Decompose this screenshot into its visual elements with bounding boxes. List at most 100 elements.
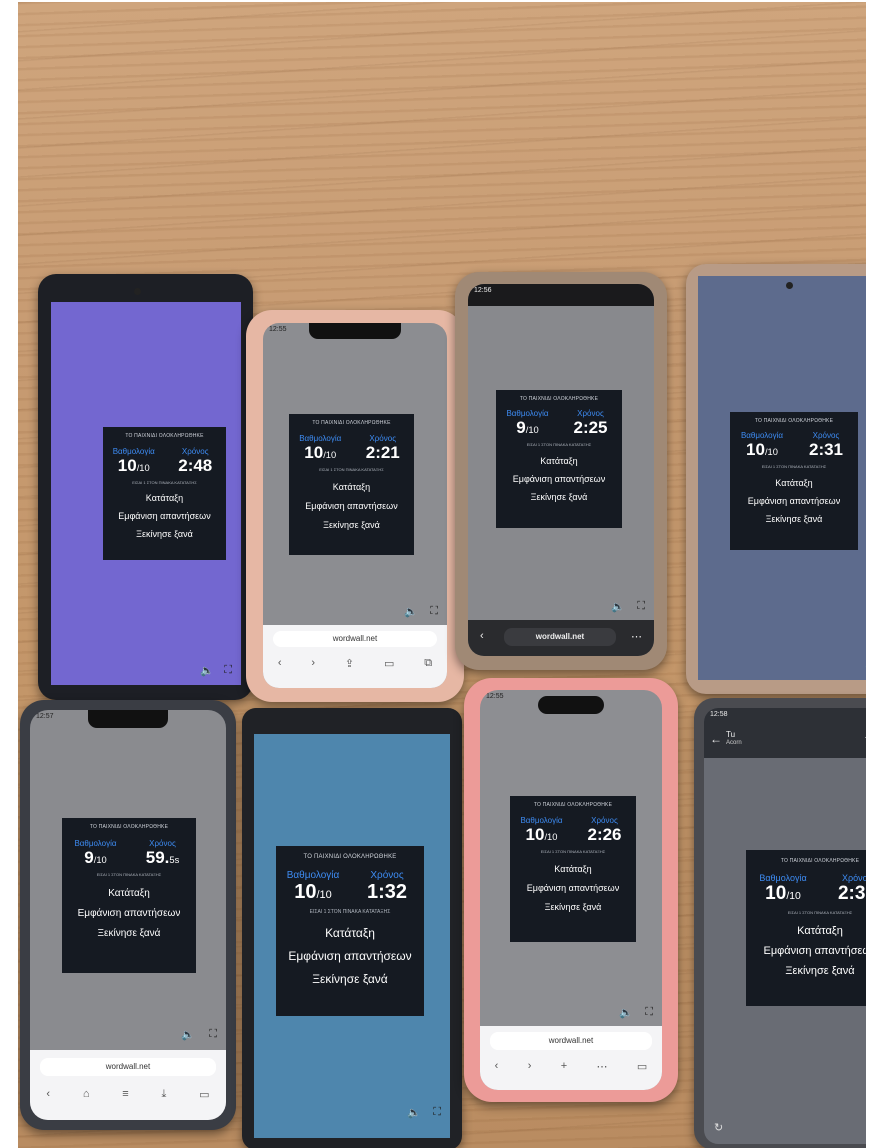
show-answers-link[interactable]: Εμφάνιση απαντήσεων	[103, 511, 226, 521]
restart-link[interactable]: Ξεκίνησε ξανά	[510, 902, 636, 912]
back-arrow-icon[interactable]: ←	[710, 732, 722, 746]
leaderboard-link[interactable]: Κατάταξη	[289, 482, 414, 492]
url-text: wordwall.net	[548, 1036, 594, 1045]
time-label: Χρόνος	[812, 431, 840, 440]
back-icon[interactable]: ‹	[495, 1060, 499, 1073]
browser-nav: ‹ › ⇪ ▭ ⧉	[263, 657, 447, 670]
status-time: 12:55	[269, 326, 287, 333]
phone-6: ΤΟ ΠΑΙΧΝΙΔΙ ΟΛΟΚΛΗΡΩΘΗΚΕ Βαθμολογία Χρόν…	[242, 708, 462, 1148]
status-time: 12:55	[486, 693, 504, 700]
back-icon[interactable]: ‹	[480, 630, 484, 642]
forward-icon[interactable]: ›	[528, 1060, 532, 1073]
restart-link[interactable]: Ξεκίνησε ξανά	[730, 514, 858, 524]
restart-link[interactable]: Ξεκίνησε ξανά	[289, 520, 414, 530]
show-answers-link[interactable]: Εμφάνιση απαντήσεων	[62, 908, 196, 919]
score-label: Βαθμολογία	[299, 434, 342, 443]
phone-3-screen: 12:56 ΤΟ ΠΑΙΧΝΙΔΙ ΟΛΟΚΛΗΡΩΘΗΚΕ Βαθμολογί…	[468, 284, 654, 656]
speaker-icon[interactable]: 🔈	[404, 605, 421, 618]
fullscreen-icon[interactable]: ⛶	[433, 1106, 444, 1119]
leaderboard-link[interactable]: Κατάταξη	[730, 478, 858, 488]
time-label: Χρόνος	[370, 870, 404, 881]
more-icon[interactable]: ⋯	[631, 630, 642, 643]
fullscreen-icon[interactable]: ⛶	[645, 1006, 656, 1019]
speaker-icon[interactable]: 🔈	[407, 1106, 424, 1119]
leaderboard-link[interactable]: Κατάταξη	[62, 888, 196, 899]
phone-8-screen: 12:58 ← Tu Acorn ☆ ΤΟ ΠΑΙΧΝΙΔΙ ΟΛΟΚΛΗΡΩΘ…	[704, 708, 866, 1144]
browser-toolbar: wordwall.net ‹ › ⇪ ▭ ⧉	[263, 625, 447, 688]
time-value: 2:31	[808, 440, 844, 459]
show-answers-link[interactable]: Εμφάνιση απαντήσεων	[746, 945, 867, 957]
restart-link[interactable]: Ξεκίνησε ξανά	[276, 972, 424, 986]
show-answers-link[interactable]: Εμφάνιση απαντήσεων	[730, 496, 858, 506]
forward-icon[interactable]: ›	[311, 657, 315, 670]
more-icon[interactable]: ⋯	[597, 1060, 608, 1073]
phone-1-screen: ΤΟ ΠΑΙΧΝΙΔΙ ΟΛΟΚΛΗΡΩΘΗΚΕ Βαθμολογία Χρόν…	[51, 302, 241, 685]
show-answers-link[interactable]: Εμφάνιση απαντήσεων	[289, 501, 414, 511]
panel-title: ΤΟ ΠΑΙΧΝΙΔΙ ΟΛΟΚΛΗΡΩΘΗΚΕ	[754, 418, 834, 424]
speaker-icon[interactable]: 🔈	[181, 1028, 198, 1041]
speaker-icon[interactable]: 🔈	[200, 664, 217, 677]
score-label: Βαθμολογία	[759, 873, 807, 883]
address-bar[interactable]: wordwall.net	[40, 1058, 216, 1076]
show-answers-link[interactable]: Εμφάνιση απαντήσεων	[510, 883, 636, 893]
score-value: 10	[525, 825, 545, 844]
tab-subtitle: Acorn	[726, 740, 742, 746]
time-value: 2:48	[178, 456, 213, 475]
game-over-panel: ΤΟ ΠΑΙΧΝΙΔΙ ΟΛΟΚΛΗΡΩΘΗΚΕ Βαθμολογία Χρόν…	[276, 846, 424, 1016]
url-text: wordwall.net	[535, 632, 585, 641]
back-icon[interactable]: ‹	[46, 1088, 50, 1101]
url-text: wordwall.net	[105, 1062, 151, 1071]
download-icon[interactable]: ⤓	[161, 1088, 166, 1101]
restart-link[interactable]: Ξεκίνησε ξανά	[496, 492, 622, 502]
status-bar: 12:55	[269, 326, 299, 333]
score-value: 10	[746, 440, 765, 459]
leaderboard-link[interactable]: Κατάταξη	[746, 925, 866, 937]
phone-5: 12:57 ΤΟ ΠΑΙΧΝΙΔΙ ΟΛΟΚΛΗΡΩΘΗΚΕ Βαθμολογί…	[20, 700, 236, 1130]
refresh-icon[interactable]: ↻	[714, 1121, 723, 1134]
new-tab-icon[interactable]: +	[561, 1060, 567, 1073]
dynamic-island	[538, 696, 604, 714]
tabs-icon[interactable]: ▭	[637, 1060, 647, 1073]
fullscreen-icon[interactable]: ⛶	[637, 600, 648, 613]
tabs-icon[interactable]: ⧉	[424, 657, 432, 670]
menu-icon[interactable]: ≡	[122, 1088, 128, 1101]
leaderboard-note: ΕΙΣΑΙ 1 ΣΤΟΝ ΠΙΝΑΚΑ ΚΑΤΑΤΑΞΗΣ	[96, 872, 162, 877]
leaderboard-note: ΕΙΣΑΙ 1 ΣΤΟΝ ΠΙΝΑΚΑ ΚΑΤΑΤΑΞΗΣ	[309, 909, 391, 915]
restart-link[interactable]: Ξεκίνησε ξανά	[62, 928, 196, 939]
tabs-icon[interactable]: ▭	[199, 1088, 209, 1101]
leaderboard-link[interactable]: Κατάταξη	[103, 493, 226, 503]
phone-5-screen: 12:57 ΤΟ ΠΑΙΧΝΙΔΙ ΟΛΟΚΛΗΡΩΘΗΚΕ Βαθμολογί…	[30, 710, 226, 1120]
fullscreen-icon[interactable]: ⛶	[224, 664, 235, 677]
home-icon[interactable]: ⌂	[83, 1088, 90, 1101]
share-icon[interactable]: ⇪	[345, 657, 354, 670]
status-time: 12:57	[36, 713, 54, 720]
speaker-icon[interactable]: 🔈	[619, 1006, 636, 1019]
game-over-panel: ΤΟ ΠΑΙΧΝΙΔΙ ΟΛΟΚΛΗΡΩΘΗΚΕ Βαθμολογία Χρόν…	[510, 796, 636, 942]
score-label: Βαθμολογία	[112, 447, 155, 456]
fullscreen-icon[interactable]: ⛶	[430, 605, 441, 618]
restart-link[interactable]: Ξεκίνησε ξανά	[746, 965, 866, 977]
leaderboard-link[interactable]: Κατάταξη	[496, 456, 622, 466]
time-label: Χρόνος	[591, 816, 618, 825]
speaker-icon[interactable]: 🔈	[865, 657, 866, 670]
time-value: 1:32	[366, 881, 408, 903]
back-icon[interactable]: ‹	[278, 657, 282, 670]
phone-3: 12:56 ΤΟ ΠΑΙΧΝΙΔΙ ΟΛΟΚΛΗΡΩΘΗΚΕ Βαθμολογί…	[455, 272, 667, 670]
restart-link[interactable]: Ξεκίνησε ξανά	[103, 529, 226, 539]
speaker-icon[interactable]: 🔈	[611, 600, 628, 613]
address-bar[interactable]: wordwall.net	[504, 628, 616, 646]
leaderboard-link[interactable]: Κατάταξη	[276, 926, 424, 940]
show-answers-link[interactable]: Εμφάνιση απαντήσεων	[496, 474, 622, 484]
bookmarks-icon[interactable]: ▭	[384, 657, 394, 670]
game-over-panel: ΤΟ ΠΑΙΧΝΙΔΙ ΟΛΟΚΛΗΡΩΘΗΚΕ Βαθμολογία Χρόν…	[746, 850, 866, 1006]
leaderboard-note: ΕΙΣΑΙ 1 ΣΤΟΝ ΠΙΝΑΚΑ ΚΑΤΑΤΑΞΗΣ	[540, 849, 606, 854]
show-answers-link[interactable]: Εμφάνιση απαντήσεων	[276, 949, 424, 963]
address-bar[interactable]: wordwall.net	[273, 631, 437, 647]
fullscreen-icon[interactable]: ⛶	[209, 1028, 220, 1041]
address-bar[interactable]: wordwall.net	[490, 1032, 652, 1050]
panel-title: ΤΟ ΠΑΙΧΝΙΔΙ ΟΛΟΚΛΗΡΩΘΗΚΕ	[89, 824, 169, 830]
browser-nav: ‹ ⌂ ≡ ⤓ ▭	[30, 1088, 226, 1101]
leaderboard-link[interactable]: Κατάταξη	[510, 864, 636, 874]
star-icon[interactable]: ☆	[864, 732, 866, 745]
phone-7: 12:55 ΤΟ ΠΑΙΧΝΙΔΙ ΟΛΟΚΛΗΡΩΘΗΚΕ Βαθμολογί…	[464, 678, 678, 1102]
